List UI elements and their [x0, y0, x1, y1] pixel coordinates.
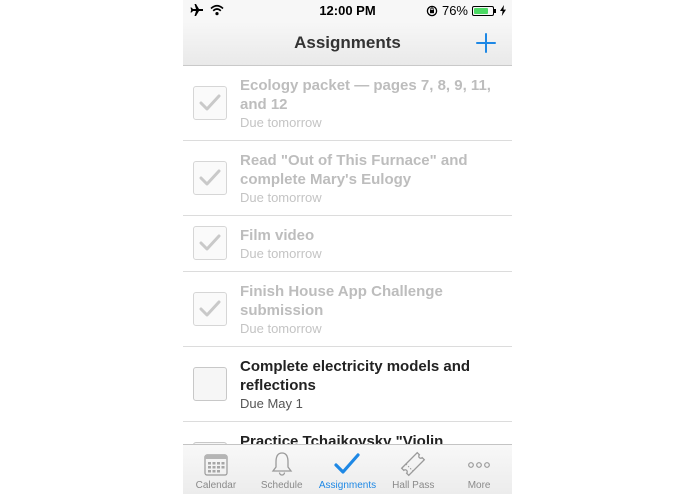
bell-icon — [271, 452, 292, 476]
assignment-row[interactable]: Complete electricity models and reflecti… — [183, 347, 512, 422]
status-bar: 12:00 PM 76% — [183, 0, 512, 22]
assignment-title: Practice Tchaikovsky "Violin — [240, 433, 444, 444]
checkmark-icon — [199, 94, 221, 111]
assignment-checkbox[interactable] — [193, 226, 227, 260]
more-dots-icon — [468, 462, 490, 468]
assignment-title: Ecology packet — pages 7, 8, 9, 11, and … — [240, 77, 491, 113]
navigation-bar: Assignments — [183, 22, 512, 66]
assignment-checkbox[interactable] — [193, 86, 227, 120]
add-assignment-button[interactable] — [474, 31, 498, 55]
tab-label: Assignments — [318, 480, 377, 491]
assignment-title: Read "Out of This Furnace" and complete … — [240, 152, 468, 188]
assignments-list[interactable]: Ecology packet — pages 7, 8, 9, 11, and … — [183, 66, 512, 444]
checkmark-icon — [199, 169, 221, 186]
ticket-icon — [401, 451, 426, 477]
tab-label: Hall Pass — [392, 480, 435, 491]
assignment-due-date: Due tomorrow — [240, 321, 322, 336]
tab-more[interactable]: More — [446, 445, 512, 494]
checkmark-icon — [199, 300, 221, 317]
assignment-row[interactable]: Read "Out of This Furnace" and complete … — [183, 141, 512, 216]
page-title: Assignments — [294, 33, 401, 52]
plus-icon — [476, 33, 496, 53]
assignment-row[interactable]: Finish House App Challenge submission Du… — [183, 272, 512, 347]
charging-icon — [500, 5, 506, 16]
tab-label: Schedule — [260, 480, 303, 491]
assignment-title: Finish House App Challenge submission — [240, 283, 443, 319]
checkmark-icon — [199, 234, 221, 251]
battery-percent: 76% — [441, 3, 468, 18]
assignment-title: Complete electricity models and reflecti… — [240, 358, 471, 394]
assignment-due-date: Due tomorrow — [240, 246, 322, 261]
tab-label: More — [467, 480, 491, 491]
assignment-row[interactable]: Practice Tchaikovsky "Violin — [183, 422, 512, 444]
tab-bar: Calendar Schedule Assignments Hall Pass — [183, 444, 512, 494]
tab-calendar[interactable]: Calendar — [183, 445, 249, 494]
tab-label: Calendar — [195, 480, 237, 491]
assignment-row[interactable]: Film video Due tomorrow — [183, 216, 512, 272]
orientation-lock-icon — [426, 5, 438, 16]
assignment-checkbox[interactable] — [193, 367, 227, 401]
battery-icon — [472, 5, 494, 16]
battery-level-fill — [474, 7, 488, 14]
assignment-due-date: Due tomorrow — [240, 115, 322, 130]
tab-schedule[interactable]: Schedule — [249, 445, 315, 494]
assignment-title: Film video — [240, 227, 315, 244]
assignment-checkbox[interactable] — [193, 292, 227, 326]
tab-assignments[interactable]: Assignments — [315, 445, 381, 494]
phone-screen: 12:00 PM 76% Assignments Ecology packet … — [183, 0, 512, 494]
tab-hall-pass[interactable]: Hall Pass — [380, 445, 446, 494]
assignment-checkbox[interactable] — [193, 161, 227, 195]
checkmark-icon — [334, 453, 361, 474]
assignment-row[interactable]: Ecology packet — pages 7, 8, 9, 11, and … — [183, 66, 512, 141]
assignment-due-date: Due May 1 — [240, 396, 303, 411]
assignment-due-date: Due tomorrow — [240, 190, 322, 205]
calendar-icon — [204, 454, 228, 476]
